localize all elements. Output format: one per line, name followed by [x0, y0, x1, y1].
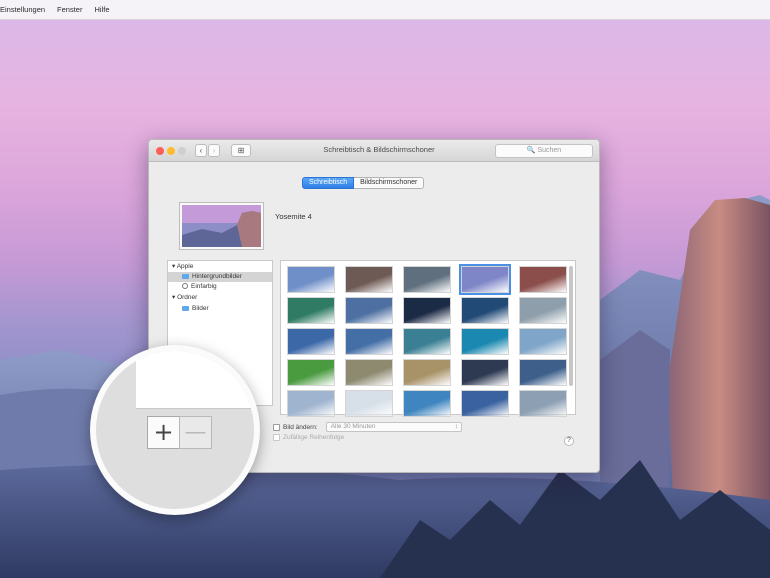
wallpaper-thumbnail[interactable] — [459, 264, 511, 295]
wallpaper-thumbnail[interactable] — [461, 390, 509, 417]
window-title: Schreibtisch & Bildschirmschoner — [323, 145, 435, 154]
wallpaper-thumbnail[interactable] — [403, 390, 451, 417]
sidebar-item-hintergrundbilder[interactable]: Hintergrundbilder — [168, 272, 272, 282]
wallpaper-thumbnail[interactable] — [287, 328, 335, 355]
sidebar-item-bilder[interactable]: Bilder — [168, 304, 272, 314]
wallpaper-thumbnail[interactable] — [345, 359, 393, 386]
current-wallpaper-name: Yosemite 4 — [275, 212, 312, 221]
random-order-label: Zufällige Reihenfolge — [283, 434, 345, 441]
search-input[interactable]: 🔍 Suchen — [495, 144, 593, 158]
sidebar-group-ordner[interactable]: ▾ Ordner — [168, 293, 272, 303]
tab-schreibtisch[interactable]: Schreibtisch — [302, 177, 355, 189]
sidebar-group-label: Ordner — [177, 294, 198, 301]
search-placeholder: Suchen — [537, 147, 562, 154]
wallpaper-thumbnail[interactable] — [403, 328, 451, 355]
forward-arrow-icon[interactable]: › — [208, 144, 220, 157]
wallpaper-thumbnail[interactable] — [461, 328, 509, 355]
sidebar-item-label: Einfarbig — [191, 283, 217, 290]
tab-bildschirmschoner[interactable]: Bildschirmschoner — [354, 177, 425, 189]
wallpaper-thumbnail[interactable] — [345, 297, 393, 324]
wallpaper-thumbnail[interactable] — [287, 266, 335, 293]
wallpaper-thumbnail[interactable] — [519, 266, 567, 293]
wallpaper-thumbnail[interactable] — [287, 297, 335, 324]
wallpaper-thumbnail[interactable] — [519, 328, 567, 355]
wallpaper-thumbnail[interactable] — [519, 297, 567, 324]
wallpaper-thumbnail[interactable] — [461, 359, 509, 386]
folder-icon — [182, 273, 189, 279]
help-button[interactable]: ? — [564, 436, 574, 446]
wallpaper-thumbnail[interactable] — [345, 390, 393, 417]
current-wallpaper-preview — [180, 203, 263, 249]
wallpaper-thumbnail[interactable] — [345, 266, 393, 293]
menu-bar: Einstellungen Fenster Hilfe — [0, 0, 770, 20]
interval-value: Alle 30 Minuten — [330, 423, 376, 430]
wallpaper-thumbnail[interactable] — [519, 390, 567, 417]
title-bar: ‹ › ⊞ Schreibtisch & Bildschirmschoner 🔍… — [149, 140, 599, 162]
random-order-checkbox[interactable] — [273, 434, 280, 441]
color-flower-icon — [182, 283, 188, 290]
remove-folder-button[interactable]: — — [179, 416, 212, 449]
add-folder-button[interactable]: + — [147, 416, 180, 449]
menu-fenster[interactable]: Fenster — [57, 5, 82, 14]
wallpaper-thumbnail[interactable] — [403, 266, 451, 293]
magnifier-callout: + — — [90, 345, 260, 515]
show-all-grid-icon[interactable]: ⊞ — [231, 144, 251, 157]
scroll-thumb[interactable] — [569, 266, 573, 386]
random-order-row: Zufällige Reihenfolge — [273, 434, 344, 441]
sidebar-group-apple[interactable]: ▾ Apple — [168, 262, 272, 272]
menu-einstellungen[interactable]: Einstellungen — [0, 5, 45, 14]
wallpaper-grid — [280, 260, 576, 417]
menu-hilfe[interactable]: Hilfe — [94, 5, 109, 14]
change-picture-checkbox[interactable] — [273, 423, 280, 431]
magnified-divider — [136, 408, 254, 409]
wallpaper-thumbnail[interactable] — [287, 390, 335, 417]
zoom-window-button[interactable] — [178, 147, 186, 155]
preview-image — [182, 205, 261, 247]
grid-scrollbar[interactable] — [568, 263, 574, 413]
change-picture-label: Bild ändern: — [283, 423, 318, 431]
back-arrow-icon[interactable]: ‹ — [195, 144, 207, 157]
sidebar-item-label: Hintergrundbilder — [192, 273, 242, 280]
wallpaper-thumbnail[interactable] — [519, 359, 567, 386]
sidebar-group-label: Apple — [176, 263, 194, 270]
interval-select[interactable]: Alle 30 Minuten — [325, 422, 462, 432]
tab-bar: Schreibtisch Bildschirmschoner — [302, 177, 425, 189]
wallpaper-thumbnail[interactable] — [461, 297, 509, 324]
wallpaper-thumbnail[interactable] — [345, 328, 393, 355]
wallpaper-thumbnail[interactable] — [403, 297, 451, 324]
close-window-button[interactable] — [156, 147, 164, 155]
sidebar-item-einfarbig[interactable]: Einfarbig — [168, 282, 272, 292]
change-picture-row: Bild ändern: Alle 30 Minuten — [273, 422, 462, 432]
folder-icon — [182, 305, 189, 311]
wallpaper-thumbnail[interactable] — [403, 359, 451, 386]
sidebar-item-label: Bilder — [192, 305, 209, 312]
magnified-sidebar-area — [136, 351, 254, 408]
minimize-window-button[interactable] — [167, 147, 175, 155]
wallpaper-thumbnail[interactable] — [287, 359, 335, 386]
